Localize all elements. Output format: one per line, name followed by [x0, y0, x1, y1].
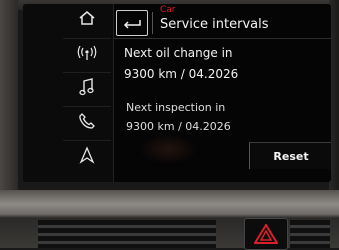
page-title: Service intervals	[160, 17, 269, 32]
air-vent-right	[290, 220, 330, 248]
infotainment-screen: Car Service intervals Next oil change in…	[23, 4, 331, 182]
radio-icon	[76, 45, 98, 61]
music-note-icon	[79, 78, 95, 96]
sidebar-item-phone[interactable]	[63, 106, 111, 135]
oil-change-label: Next oil change in	[124, 46, 233, 60]
sidebar-item-home[interactable]	[63, 4, 111, 32]
sidebar-item-media[interactable]	[63, 72, 111, 101]
page-header: Car Service intervals	[114, 4, 331, 39]
navigation-arrow-icon	[79, 146, 95, 164]
sidebar-item-radio[interactable]	[63, 38, 111, 67]
phone-icon	[78, 112, 96, 130]
header-divider	[152, 12, 153, 34]
sidebar	[23, 4, 113, 182]
home-icon	[78, 10, 96, 26]
inspection-label: Next inspection in	[126, 101, 226, 114]
reset-button[interactable]: Reset	[249, 142, 331, 169]
back-button[interactable]	[116, 10, 148, 36]
inspection-value: 9300 km / 04.2026	[126, 120, 231, 133]
breadcrumb: Car	[160, 5, 176, 15]
screen-reflection	[138, 134, 198, 164]
hazard-button[interactable]	[244, 218, 288, 250]
back-arrow-icon	[122, 14, 142, 33]
air-vent-left	[38, 220, 216, 248]
oil-change-value: 9300 km / 04.2026	[124, 67, 239, 81]
sidebar-item-navigation[interactable]	[63, 140, 111, 169]
